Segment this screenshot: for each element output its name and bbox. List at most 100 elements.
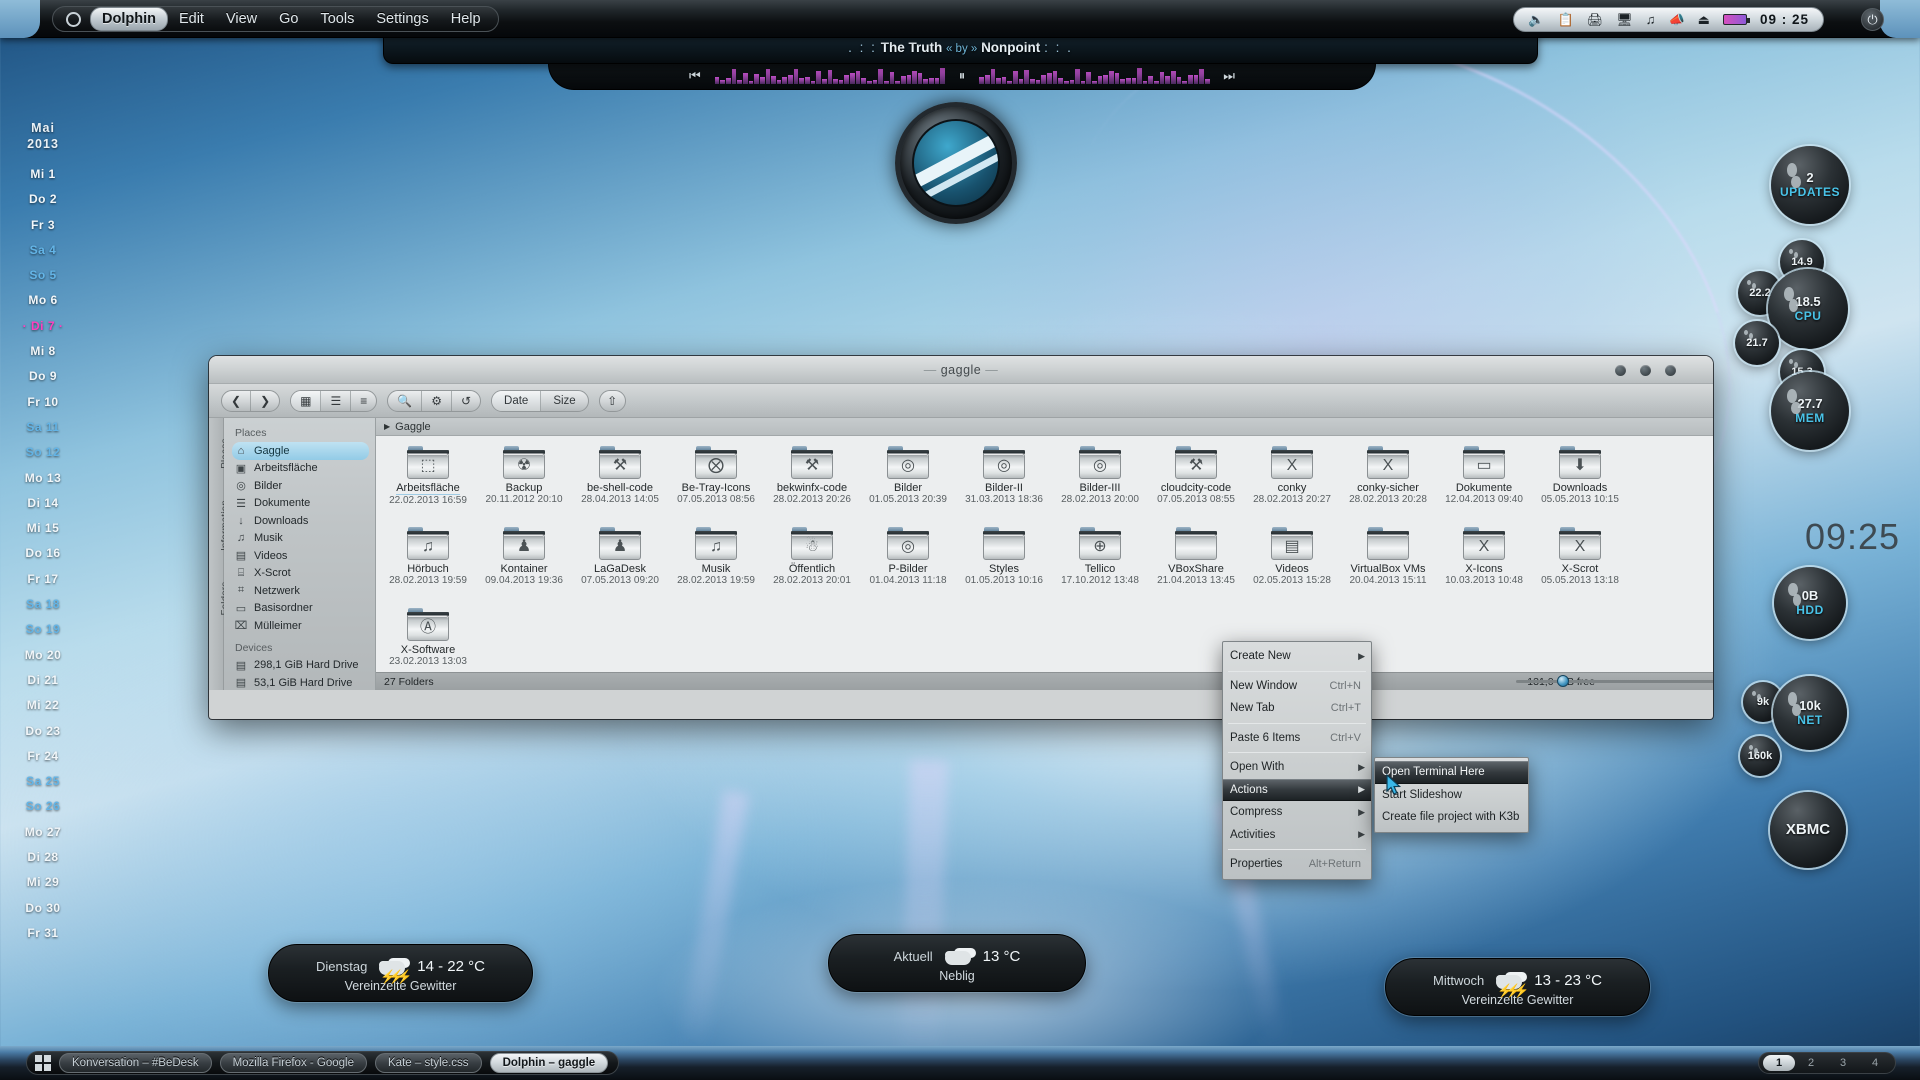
- menu-item-edit[interactable]: Edit: [168, 8, 215, 30]
- sidebar-item-53-1-gib-hard-drive[interactable]: ▤ 53,1 GiB Hard Drive: [224, 674, 375, 690]
- previous-track-icon[interactable]: ⏮: [689, 68, 701, 84]
- file-item[interactable]: ▤ Videos 02.05.2013 15:28: [1244, 525, 1340, 606]
- pause-icon[interactable]: ⏸: [959, 68, 966, 84]
- sort-by-date-button[interactable]: Date: [492, 390, 542, 411]
- power-icon[interactable]: ⏻: [1861, 8, 1884, 31]
- context-menu-item-open-with[interactable]: Open With ▶: [1223, 756, 1371, 779]
- minimize-button[interactable]: [1615, 365, 1626, 376]
- menu-item-dolphin[interactable]: Dolphin: [90, 7, 168, 31]
- share-icon[interactable]: ⇧: [598, 389, 626, 412]
- file-item[interactable]: ♟ LaGaDesk 07.05.2013 09:20: [572, 525, 668, 606]
- file-item[interactable]: ⊕ Tellico 17.10.2012 13:48: [1052, 525, 1148, 606]
- context-menu-item-compress[interactable]: Compress ▶: [1223, 801, 1371, 824]
- gear-icon[interactable]: ⚙: [422, 390, 452, 411]
- desktop-3[interactable]: 3: [1827, 1055, 1859, 1071]
- menu-item-go[interactable]: Go: [268, 8, 309, 30]
- file-item[interactable]: ⨂ Be-Tray-Icons 07.05.2013 08:56: [668, 444, 764, 525]
- grid-icon[interactable]: [35, 1055, 51, 1071]
- folder-icon: ▤: [1271, 527, 1313, 560]
- context-menu-item-paste-6-items[interactable]: Paste 6 Items Ctrl+V: [1223, 727, 1371, 750]
- file-item[interactable]: X X-Icons 10.03.2013 10:48: [1436, 525, 1532, 606]
- task-dolphin[interactable]: Dolphin – gaggle: [489, 1053, 609, 1073]
- zoom-slider[interactable]: [1516, 675, 1713, 687]
- file-item[interactable]: ◎ Bilder-II 31.03.2013 18:36: [956, 444, 1052, 525]
- battery-icon[interactable]: [1722, 14, 1750, 25]
- volume-icon[interactable]: 🔈: [1528, 13, 1544, 26]
- maximize-button[interactable]: [1640, 365, 1651, 376]
- context-menu-item-new-tab[interactable]: New Tab Ctrl+T: [1223, 697, 1371, 720]
- sidebar-item-downloads[interactable]: ↓ Downloads: [224, 512, 375, 530]
- desktop-4[interactable]: 4: [1859, 1055, 1891, 1071]
- menu-item-tools[interactable]: Tools: [309, 8, 365, 30]
- file-item[interactable]: Xconky 28.02.2013 20:27: [1244, 444, 1340, 525]
- file-item[interactable]: ◎ P-Bilder 01.04.2013 11:18: [860, 525, 956, 606]
- file-item[interactable]: ▭ Dokumente 12.04.2013 09:40: [1436, 444, 1532, 525]
- reload-icon[interactable]: ↺: [452, 391, 480, 411]
- sidebar-item-bilder[interactable]: ◎ Bilder: [224, 477, 375, 495]
- sidebar-item-videos[interactable]: ▤ Videos: [224, 547, 375, 565]
- printer-icon[interactable]: 🖨: [1587, 13, 1604, 26]
- task-kate[interactable]: Kate – style.css: [375, 1053, 482, 1073]
- music-note-icon[interactable]: ♫: [1646, 13, 1656, 26]
- desktop-1[interactable]: 1: [1763, 1055, 1795, 1071]
- menu-item-view[interactable]: View: [215, 8, 268, 30]
- context-menu-item-actions[interactable]: Actions ▶: [1223, 778, 1371, 801]
- eject-icon[interactable]: ⏏: [1698, 13, 1710, 26]
- file-item[interactable]: ◎ Bilder-III 28.02.2013 20:00: [1052, 444, 1148, 525]
- next-track-icon[interactable]: ⏭: [1223, 68, 1235, 84]
- file-item[interactable]: ⬚ Arbeitsfläche 22.02.2013 16:59: [380, 444, 476, 525]
- sidebar-item-m-lleimer[interactable]: ⌧ Mülleimer: [224, 617, 375, 635]
- submenu-item-create-file-project-with-k3b[interactable]: Create file project with K3b: [1375, 806, 1528, 829]
- file-item[interactable]: ♟ Kontainer 09.04.2013 19:36: [476, 525, 572, 606]
- dolphin-titlebar[interactable]: — gaggle —: [209, 356, 1713, 384]
- context-menu-item-create-new[interactable]: Create New ▶: [1223, 645, 1371, 668]
- close-button[interactable]: [1665, 365, 1676, 376]
- sort-by-size-button[interactable]: Size: [541, 391, 587, 411]
- details-view-icon[interactable]: ≡: [351, 391, 376, 411]
- file-item[interactable]: ♫ Musik 28.02.2013 19:59: [668, 525, 764, 606]
- sidebar-item-arbeitsfl-che[interactable]: ▣ Arbeitsfläche: [224, 460, 375, 478]
- tray-clock[interactable]: 09 : 25: [1760, 12, 1809, 27]
- zoom-slider-handle[interactable]: [1557, 675, 1569, 687]
- menu-item-help[interactable]: Help: [440, 8, 492, 30]
- sidebar-item-musik[interactable]: ♫ Musik: [224, 530, 375, 548]
- forward-arrow-icon[interactable]: ❯: [251, 391, 279, 411]
- breadcrumb-label[interactable]: Gaggle: [395, 421, 430, 433]
- file-item[interactable]: Styles 01.05.2013 10:16: [956, 525, 1052, 606]
- icon-view-icon[interactable]: ▦: [291, 390, 322, 411]
- file-item[interactable]: ◎ Bilder 01.05.2013 20:39: [860, 444, 956, 525]
- file-item[interactable]: ⬇ Downloads 05.05.2013 10:15: [1532, 444, 1628, 525]
- file-item[interactable]: ☢ Backup 20.11.2012 20:10: [476, 444, 572, 525]
- file-item[interactable]: X X-Scrot 05.05.2013 13:18: [1532, 525, 1628, 606]
- back-arrow-icon[interactable]: ❮: [222, 390, 252, 411]
- sidebar-item-gaggle[interactable]: ⌂ Gaggle: [232, 442, 369, 460]
- file-item[interactable]: ⚒ bekwinfx-code 28.02.2013 20:26: [764, 444, 860, 525]
- task-firefox[interactable]: Mozilla Firefox - Google: [219, 1053, 368, 1073]
- sidebar-item-298-1-gib-hard-drive[interactable]: ▤ 298,1 GiB Hard Drive: [224, 657, 375, 675]
- search-icon[interactable]: 🔍: [388, 390, 423, 411]
- file-item[interactable]: VirtualBox VMs 20.04.2013 15:11: [1340, 525, 1436, 606]
- network-icon[interactable]: 🖥: [1616, 13, 1633, 26]
- file-item[interactable]: ⚒ cloudcity-code 07.05.2013 08:55: [1148, 444, 1244, 525]
- sidebar-item-basisordner[interactable]: ▭ Basisordner: [224, 600, 375, 618]
- file-item[interactable]: VBoxShare 21.04.2013 13:45: [1148, 525, 1244, 606]
- announcement-icon[interactable]: 📣: [1668, 13, 1684, 26]
- list-view-icon[interactable]: ☰: [321, 390, 352, 411]
- sidebar-item-netzwerk[interactable]: ⌗ Netzwerk: [224, 582, 375, 600]
- file-item[interactable]: ⚒ be-shell-code 28.04.2013 14:05: [572, 444, 668, 525]
- context-menu-item-activities[interactable]: Activities ▶: [1223, 824, 1371, 847]
- file-item[interactable]: Xconky-sicher 28.02.2013 20:28: [1340, 444, 1436, 525]
- clipboard-icon[interactable]: 📋: [1558, 13, 1574, 26]
- title-dash-right: —: [985, 362, 999, 377]
- circle-icon[interactable]: [66, 11, 81, 27]
- sidebar-item-x-scrot[interactable]: ⌸ X-Scrot: [224, 565, 375, 583]
- desktop-2[interactable]: 2: [1795, 1055, 1827, 1071]
- sidebar-item-dokumente[interactable]: ☰ Dokumente: [224, 495, 375, 513]
- task-konversation[interactable]: Konversation – #BeDesk: [59, 1053, 212, 1073]
- menu-item-settings[interactable]: Settings: [365, 8, 439, 30]
- context-menu-item-properties[interactable]: Properties Alt+Return: [1223, 853, 1371, 876]
- file-item[interactable]: ♫ Hörbuch 28.02.2013 19:59: [380, 525, 476, 606]
- file-item[interactable]: ☃ Öffentlich 28.02.2013 20:01: [764, 525, 860, 606]
- context-menu-item-new-window[interactable]: New Window Ctrl+N: [1223, 675, 1371, 698]
- spectrum-bar: [816, 70, 821, 84]
